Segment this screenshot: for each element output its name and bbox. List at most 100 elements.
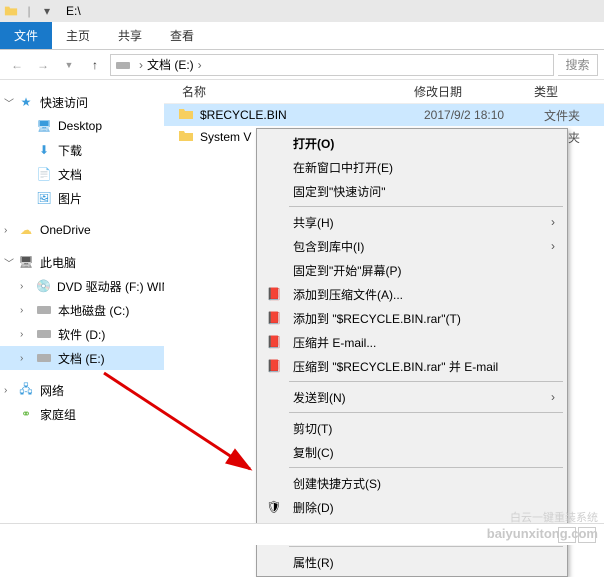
menu-send-to[interactable]: 发送到(N)› — [259, 385, 565, 409]
sidebar-item-quick-access[interactable]: ﹀ ★ 快速访问 — [0, 90, 164, 114]
menu-pin-quick-access[interactable]: 固定到"快速访问" — [259, 179, 565, 203]
sidebar-item-downloads[interactable]: ⬇ 下载 — [0, 138, 164, 162]
menu-separator — [289, 546, 563, 547]
rar-icon: 📕 — [265, 309, 283, 327]
tab-share[interactable]: 共享 — [104, 22, 156, 49]
tab-home[interactable]: 主页 — [52, 22, 104, 49]
ribbon-tabs: 文件 主页 共享 查看 — [0, 22, 604, 50]
recent-dropdown-icon[interactable]: ▼ — [58, 54, 80, 76]
rar-icon: 📕 — [265, 333, 283, 351]
sidebar-item-label: 软件 (D:) — [58, 326, 105, 343]
sidebar-item-label: OneDrive — [40, 223, 91, 237]
menu-add-archive[interactable]: 📕添加到压缩文件(A)... — [259, 282, 565, 306]
sidebar-item-label: 图片 — [58, 190, 82, 207]
title-bar: | ▾ E:\ — [0, 0, 604, 22]
watermark-logo: 白云一键重装系统 — [510, 509, 598, 525]
watermark-url: baiyunxitong.com — [487, 526, 598, 541]
address-bar[interactable]: › 文档 (E:) › — [110, 54, 554, 76]
chevron-right-icon: › — [551, 215, 555, 229]
menu-compress-rar-email[interactable]: 📕压缩到 "$RECYCLE.BIN.rar" 并 E-mail — [259, 354, 565, 378]
forward-button[interactable]: → — [32, 54, 54, 76]
breadcrumb-segment[interactable]: 文档 (E:) — [147, 56, 194, 73]
drive-icon — [36, 350, 52, 366]
chevron-right-icon: › — [20, 329, 23, 340]
file-name: $RECYCLE.BIN — [200, 108, 424, 122]
up-button[interactable]: ↑ — [84, 54, 106, 76]
sidebar-item-network[interactable]: › 🖧 网络 — [0, 378, 164, 402]
chevron-right-icon: › — [198, 58, 202, 72]
sidebar-item-desktop[interactable]: 🖥 Desktop — [0, 114, 164, 138]
menu-separator — [289, 206, 563, 207]
search-input[interactable]: 搜索 — [558, 54, 598, 76]
sidebar-item-homegroup[interactable]: ⚭ 家庭组 — [0, 402, 164, 426]
menu-open[interactable]: 打开(O) — [259, 131, 565, 155]
sidebar-item-label: 家庭组 — [40, 406, 76, 423]
table-row[interactable]: $RECYCLE.BIN 2017/9/2 18:10 文件夹 — [164, 104, 604, 126]
column-headers[interactable]: 名称 修改日期 类型 — [164, 80, 604, 104]
menu-compress-email[interactable]: 📕压缩并 E-mail... — [259, 330, 565, 354]
computer-icon: 🖥 — [18, 254, 34, 270]
menu-create-shortcut[interactable]: 创建快捷方式(S) — [259, 471, 565, 495]
tab-view[interactable]: 查看 — [156, 22, 208, 49]
folder-icon — [178, 129, 194, 145]
chevron-right-icon: › — [139, 58, 143, 72]
chevron-right-icon: › — [20, 305, 23, 316]
sidebar-item-label: 此电脑 — [40, 254, 76, 271]
chevron-right-icon: › — [4, 225, 7, 236]
menu-copy[interactable]: 复制(C) — [259, 440, 565, 464]
column-name[interactable]: 名称 — [164, 83, 414, 100]
folder-icon — [4, 4, 18, 18]
chevron-right-icon: › — [20, 281, 23, 292]
star-icon: ★ — [18, 94, 34, 110]
chevron-right-icon: › — [20, 353, 23, 364]
navigation-pane: ﹀ ★ 快速访问 🖥 Desktop ⬇ 下载 📄 文档 🖼 图片 › ☁ On… — [0, 80, 164, 510]
menu-share[interactable]: 共享(H)› — [259, 210, 565, 234]
rar-icon: 📕 — [265, 285, 283, 303]
chevron-right-icon: › — [4, 385, 7, 396]
homegroup-icon: ⚭ — [18, 406, 34, 422]
rar-icon: 📕 — [265, 357, 283, 375]
sidebar-item-label: 文档 (E:) — [58, 350, 105, 367]
menu-properties[interactable]: 属性(R) — [259, 550, 565, 574]
folder-icon — [178, 107, 194, 123]
chevron-right-icon: › — [551, 239, 555, 253]
sidebar-item-dvd[interactable]: › 💿 DVD 驱动器 (F:) WIN — [0, 274, 164, 298]
desktop-icon: 🖥 — [36, 118, 52, 134]
disc-icon: 💿 — [36, 278, 51, 294]
sidebar-item-label: 本地磁盘 (C:) — [58, 302, 129, 319]
menu-separator — [289, 467, 563, 468]
drive-icon — [36, 302, 52, 318]
drive-icon — [36, 326, 52, 342]
back-button[interactable]: ← — [6, 54, 28, 76]
sidebar-item-this-pc[interactable]: ﹀ 🖥 此电脑 — [0, 250, 164, 274]
shield-icon: 🛡 — [265, 498, 283, 516]
sidebar-item-documents[interactable]: 📄 文档 — [0, 162, 164, 186]
pictures-icon: 🖼 — [36, 190, 52, 206]
sidebar-item-label: 下载 — [58, 142, 82, 159]
menu-add-to-rar[interactable]: 📕添加到 "$RECYCLE.BIN.rar"(T) — [259, 306, 565, 330]
menu-separator — [289, 381, 563, 382]
file-tab[interactable]: 文件 — [0, 22, 52, 49]
chevron-right-icon: › — [551, 390, 555, 404]
qat-dropdown-icon[interactable]: ▾ — [40, 4, 54, 18]
sidebar-item-drive-c[interactable]: › 本地磁盘 (C:) — [0, 298, 164, 322]
nav-bar: ← → ▼ ↑ › 文档 (E:) › 搜索 — [0, 50, 604, 80]
sidebar-item-pictures[interactable]: 🖼 图片 — [0, 186, 164, 210]
window-title: E:\ — [66, 4, 81, 18]
file-date: 2017/9/2 18:10 — [424, 108, 544, 122]
cloud-icon: ☁ — [18, 222, 34, 238]
menu-open-new-window[interactable]: 在新窗口中打开(E) — [259, 155, 565, 179]
menu-pin-start[interactable]: 固定到"开始"屏幕(P) — [259, 258, 565, 282]
sidebar-item-drive-d[interactable]: › 软件 (D:) — [0, 322, 164, 346]
file-type: 文件夹 — [544, 107, 580, 124]
menu-include-in-library[interactable]: 包含到库中(I)› — [259, 234, 565, 258]
sidebar-item-drive-e[interactable]: › 文档 (E:) — [0, 346, 164, 370]
download-icon: ⬇ — [36, 142, 52, 158]
chevron-down-icon: ﹀ — [4, 95, 14, 110]
sidebar-item-onedrive[interactable]: › ☁ OneDrive — [0, 218, 164, 242]
network-icon: 🖧 — [18, 382, 34, 398]
menu-cut[interactable]: 剪切(T) — [259, 416, 565, 440]
drive-icon — [115, 57, 131, 73]
column-modified[interactable]: 修改日期 — [414, 83, 534, 100]
column-type[interactable]: 类型 — [534, 83, 604, 100]
